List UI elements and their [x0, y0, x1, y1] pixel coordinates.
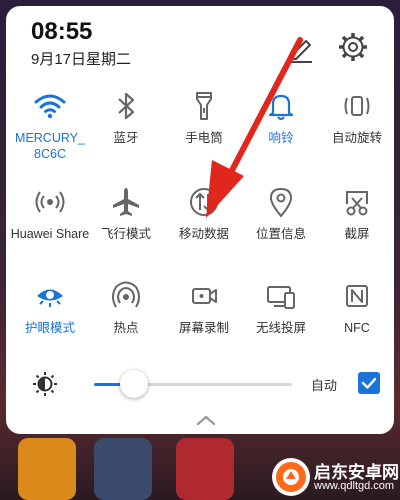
tile-screenshot[interactable]: 截屏 [317, 182, 394, 268]
watermark: 启东安卓网 www.qdltgd.com [272, 456, 399, 498]
tile-mobile-data-label: 移动数据 [178, 227, 229, 241]
tile-wireless-projection-label: 无线投屏 [255, 321, 306, 335]
wireless-projection-icon [267, 286, 295, 309]
dock-app-icon[interactable] [18, 438, 76, 500]
auto-rotate-icon [344, 96, 370, 116]
auto-brightness-label: 自动 [311, 378, 338, 393]
watermark-url: www.qdltgd.com [314, 480, 395, 492]
chevron-up-icon[interactable] [192, 412, 220, 428]
tile-bluetooth-label: 蓝牙 [113, 131, 139, 145]
status-time: 08:55 [31, 18, 93, 45]
tile-flashlight[interactable]: 手电筒 [164, 86, 244, 172]
screenshot-icon [346, 191, 368, 216]
quick-settings-panel: 08:55 9月17日星期二 MERCURY_8C6C 蓝牙 手电筒 响铃 自动… [6, 6, 394, 434]
tile-bluetooth[interactable]: 蓝牙 [86, 86, 166, 172]
nfc-icon [346, 285, 368, 307]
watermark-logo-icon [272, 458, 310, 496]
status-date: 9月17日星期二 [31, 51, 132, 68]
tile-flashlight-label: 手电筒 [185, 131, 223, 145]
tile-wifi[interactable]: MERCURY_8C6C [10, 86, 90, 172]
tile-wifi-label: MERCURY_8C6C [15, 131, 85, 161]
airplane-icon [113, 188, 139, 216]
tile-huawei-share[interactable]: Huawei Share [10, 182, 90, 268]
tile-airplane-label: 飞行模式 [100, 227, 151, 241]
tile-location-label: 位置信息 [255, 227, 306, 241]
screen-record-icon [192, 288, 217, 304]
tile-nfc-label: NFC [344, 321, 370, 335]
brightness-slider[interactable] [94, 370, 292, 398]
tile-ring-label: 响铃 [268, 131, 294, 145]
tile-wireless-projection[interactable]: 无线投屏 [241, 276, 321, 362]
eye-comfort-icon [37, 289, 63, 307]
wifi-icon [34, 94, 66, 119]
tile-eye-comfort-label: 护眼模式 [24, 321, 75, 335]
tile-hotspot[interactable]: 热点 [86, 276, 166, 362]
tile-mobile-data[interactable]: 移动数据 [164, 182, 244, 268]
brightness-slider-thumb[interactable] [119, 370, 148, 398]
brightness-row: 自动 [24, 362, 384, 406]
bluetooth-icon [118, 92, 135, 120]
brightness-icon [33, 372, 57, 396]
dock-app-icon[interactable] [176, 438, 234, 500]
bell-icon [268, 94, 294, 121]
tile-auto-rotate[interactable]: 自动旋转 [317, 86, 394, 172]
gear-icon[interactable] [336, 30, 370, 64]
dock-app-icon[interactable] [94, 438, 152, 500]
edit-icon[interactable] [284, 33, 316, 65]
huawei-share-icon [35, 191, 65, 213]
tile-location[interactable]: 位置信息 [241, 182, 321, 268]
tile-airplane[interactable]: 飞行模式 [86, 182, 166, 268]
location-icon [269, 187, 293, 218]
tile-ring[interactable]: 响铃 [241, 86, 321, 172]
tile-eye-comfort[interactable]: 护眼模式 [10, 276, 90, 362]
tile-screenshot-label: 截屏 [344, 227, 370, 241]
tile-screen-record-label: 屏幕录制 [178, 321, 229, 335]
tile-auto-rotate-label: 自动旋转 [331, 131, 382, 145]
auto-brightness-checkbox[interactable] [358, 372, 380, 394]
tile-nfc[interactable]: NFC [317, 276, 394, 362]
mobile-data-icon [190, 188, 218, 216]
flashlight-icon [196, 92, 212, 120]
hotspot-icon [112, 281, 140, 308]
tile-screen-record[interactable]: 屏幕录制 [164, 276, 244, 362]
tile-hotspot-label: 热点 [113, 321, 139, 335]
